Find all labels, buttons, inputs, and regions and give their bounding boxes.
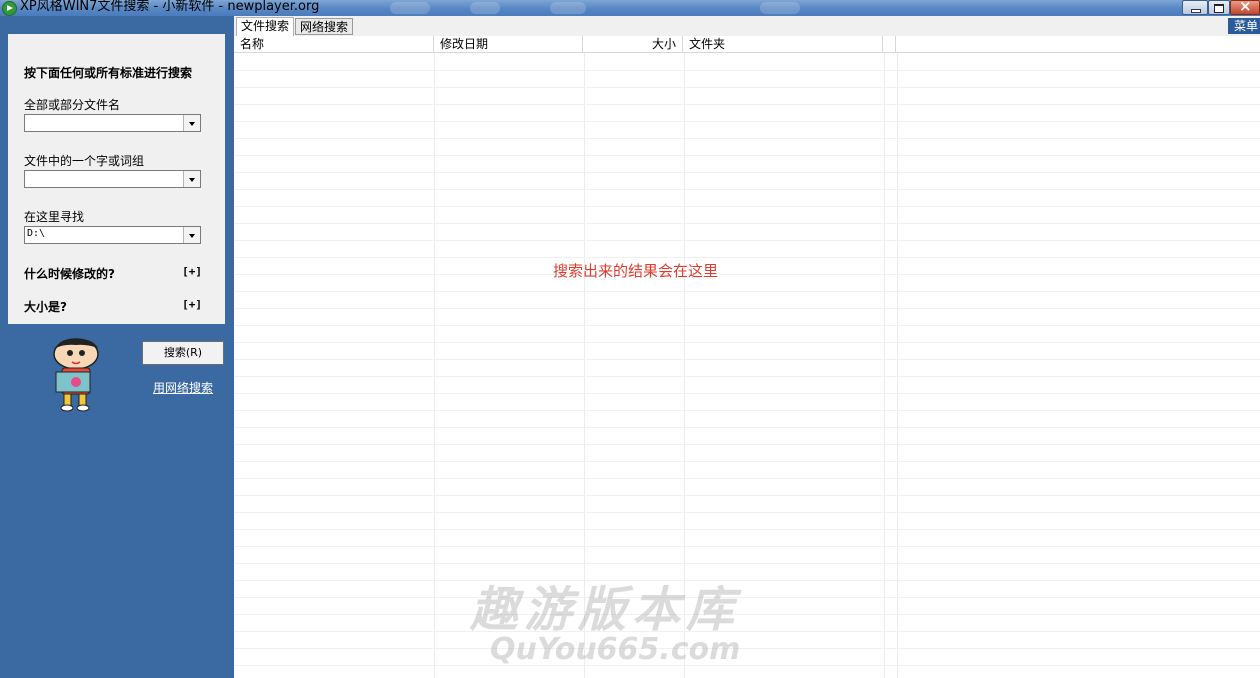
window-title: XP风格WIN7文件搜索 - 小新软件 - newplayer.org: [20, 0, 320, 14]
modified-label: 什么时候修改的?: [24, 267, 115, 281]
app-play-icon: [2, 1, 17, 16]
lookin-combobox[interactable]: D:\: [24, 226, 201, 244]
tab-file-search[interactable]: 文件搜索: [236, 17, 295, 36]
mascot-image: [53, 338, 99, 412]
word-combobox[interactable]: [24, 170, 201, 188]
filename-label: 全部或部分文件名: [24, 98, 121, 112]
word-label: 文件中的一个字或词组: [24, 154, 145, 168]
title-bar: XP风格WIN7文件搜索 - 小新软件 - newplayer.org: [0, 0, 1260, 16]
criteria-heading: 按下面任何或所有标准进行搜索: [24, 66, 193, 80]
column-modified-date[interactable]: 修改日期: [434, 36, 583, 52]
column-folder[interactable]: 文件夹: [683, 36, 883, 52]
search-button[interactable]: 搜索(R): [142, 341, 224, 365]
modified-section-toggle[interactable]: 什么时候修改的? [+]: [24, 265, 202, 282]
maximize-button[interactable]: [1208, 0, 1230, 15]
modified-expand-icon[interactable]: [+]: [182, 265, 202, 278]
chevron-down-icon[interactable]: [183, 227, 200, 243]
lookin-value: D:\: [27, 228, 46, 239]
lookin-label: 在这里寻找: [24, 210, 85, 224]
web-search-link[interactable]: 用网络搜索: [153, 379, 213, 396]
search-criteria-panel: 按下面任何或所有标准进行搜索 全部或部分文件名 文件中的一个字或词组 在这里寻找…: [0, 16, 234, 678]
minimize-button[interactable]: [1182, 0, 1208, 15]
filename-combobox[interactable]: [24, 114, 201, 132]
results-header: 名称 修改日期 大小 文件夹: [234, 36, 1260, 53]
column-name[interactable]: 名称: [234, 36, 434, 52]
size-label: 大小是?: [24, 300, 67, 314]
tab-web-search[interactable]: 网络搜索: [295, 18, 354, 35]
results-placeholder: 搜索出来的结果会在这里: [553, 262, 719, 280]
column-size[interactable]: 大小: [583, 36, 683, 52]
size-expand-icon[interactable]: [+]: [182, 298, 202, 311]
chevron-down-icon[interactable]: [183, 171, 200, 187]
size-section-toggle[interactable]: 大小是? [+]: [24, 298, 202, 315]
tab-bar: 文件搜索 网络搜索 菜单: [234, 16, 1260, 36]
chevron-down-icon[interactable]: [183, 115, 200, 131]
close-button[interactable]: [1230, 0, 1260, 15]
criteria-box: 按下面任何或所有标准进行搜索 全部或部分文件名 文件中的一个字或词组 在这里寻找…: [8, 34, 225, 324]
menu-button[interactable]: 菜单: [1228, 18, 1260, 34]
column-extra[interactable]: [883, 36, 896, 52]
watermark-logo: 趣游版本库 QuYou665.com: [470, 582, 741, 667]
